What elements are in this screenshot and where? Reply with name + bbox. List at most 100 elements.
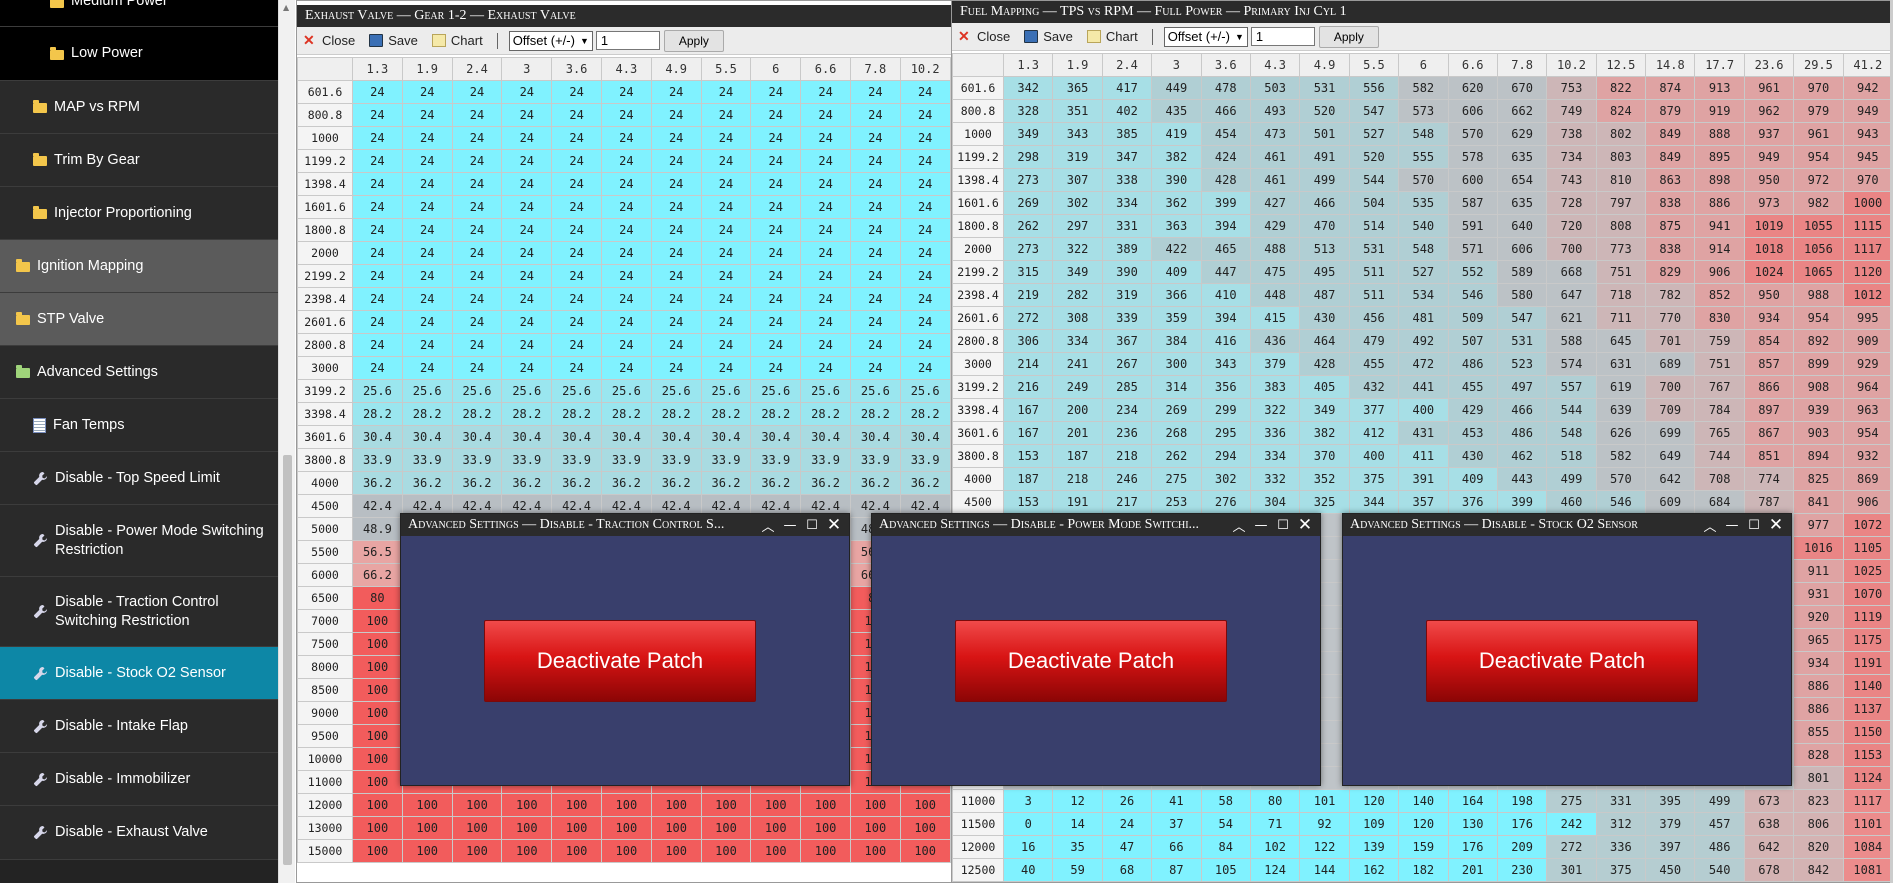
table-cell[interactable]: 295 bbox=[1200, 421, 1251, 445]
table-cell[interactable]: 540 bbox=[1398, 214, 1449, 238]
table-cell[interactable]: 419 bbox=[1151, 122, 1202, 146]
table-cell[interactable]: 198 bbox=[1496, 789, 1548, 813]
table-cell[interactable]: 460 bbox=[1546, 490, 1597, 514]
table-cell[interactable]: 950 bbox=[1743, 168, 1795, 192]
table-cell[interactable]: 548 bbox=[1398, 237, 1449, 261]
table-cell[interactable]: 24 bbox=[849, 103, 901, 127]
deactivate-patch-button[interactable]: Deactivate Patch bbox=[1426, 620, 1698, 702]
table-cell[interactable]: 886 bbox=[1694, 191, 1745, 215]
table-cell[interactable]: 417 bbox=[1101, 76, 1153, 100]
table-cell[interactable]: 159 bbox=[1398, 835, 1449, 859]
table-cell[interactable]: 390 bbox=[1101, 260, 1153, 284]
table-cell[interactable]: 24 bbox=[800, 103, 851, 127]
table-cell[interactable]: 448 bbox=[1249, 283, 1301, 307]
table-cell[interactable]: 829 bbox=[1645, 260, 1696, 284]
table-cell[interactable]: 954 bbox=[1793, 145, 1844, 169]
table-cell[interactable]: 100 bbox=[899, 816, 951, 840]
table-cell[interactable]: 48.9 bbox=[352, 517, 403, 541]
table-cell[interactable]: 24 bbox=[401, 126, 453, 150]
table-cell[interactable]: 841 bbox=[1793, 490, 1844, 514]
table-cell[interactable]: 639 bbox=[1595, 398, 1647, 422]
table-cell[interactable]: 25.6 bbox=[451, 379, 503, 403]
table-cell[interactable]: 24 bbox=[849, 264, 901, 288]
table-cell[interactable]: 100 bbox=[501, 839, 553, 863]
table-cell[interactable]: 1105 bbox=[1842, 536, 1892, 560]
table-cell[interactable]: 937 bbox=[1743, 122, 1795, 146]
table-cell[interactable]: 24 bbox=[551, 103, 602, 127]
minimize-icon[interactable]: — bbox=[1250, 518, 1272, 533]
table-cell[interactable]: 1025 bbox=[1842, 559, 1892, 583]
table-cell[interactable]: 557 bbox=[1546, 375, 1597, 399]
table-cell[interactable]: 100 bbox=[849, 793, 901, 817]
scroll-up-arrow-icon[interactable]: ▲ bbox=[283, 3, 289, 12]
table-cell[interactable]: 24 bbox=[451, 103, 503, 127]
table-cell[interactable]: 24 bbox=[501, 287, 553, 311]
close-icon[interactable]: ✕ bbox=[1294, 515, 1316, 535]
table-cell[interactable]: 429 bbox=[1447, 398, 1498, 422]
table-cell[interactable]: 24 bbox=[650, 126, 702, 150]
table-cell[interactable]: 24 bbox=[551, 126, 602, 150]
table-cell[interactable]: 41 bbox=[1151, 789, 1202, 813]
table-cell[interactable]: 24 bbox=[600, 149, 652, 173]
sidebar-item[interactable]: Disable - Immobilizer bbox=[0, 753, 278, 806]
table-cell[interactable]: 24 bbox=[849, 287, 901, 311]
table-cell[interactable]: 383 bbox=[1249, 375, 1301, 399]
table-cell[interactable]: 662 bbox=[1496, 99, 1548, 123]
table-cell[interactable]: 24 bbox=[899, 218, 951, 242]
table-cell[interactable]: 429 bbox=[1249, 214, 1301, 238]
table-cell[interactable]: 349 bbox=[1002, 122, 1054, 146]
deactivate-patch-button[interactable]: Deactivate Patch bbox=[484, 620, 756, 702]
table-cell[interactable]: 441 bbox=[1398, 375, 1449, 399]
table-cell[interactable]: 546 bbox=[1447, 283, 1498, 307]
table-cell[interactable]: 397 bbox=[1645, 835, 1696, 859]
close-icon[interactable]: ✕ bbox=[823, 515, 845, 535]
table-cell[interactable]: 56.5 bbox=[352, 540, 403, 564]
table-cell[interactable]: 1115 bbox=[1842, 214, 1892, 238]
table-cell[interactable]: 100 bbox=[600, 793, 652, 817]
table-cell[interactable]: 24 bbox=[401, 241, 453, 265]
table-cell[interactable]: 343 bbox=[1052, 122, 1103, 146]
table-cell[interactable]: 24 bbox=[401, 333, 453, 357]
table-cell[interactable]: 30.4 bbox=[650, 425, 702, 449]
table-cell[interactable]: 626 bbox=[1595, 421, 1647, 445]
table-cell[interactable]: 33.9 bbox=[501, 448, 553, 472]
table-cell[interactable]: 1140 bbox=[1842, 674, 1892, 698]
table-cell[interactable]: 743 bbox=[1546, 168, 1597, 192]
table-cell[interactable]: 269 bbox=[1002, 191, 1054, 215]
table-cell[interactable]: 25.6 bbox=[899, 379, 951, 403]
table-cell[interactable]: 1084 bbox=[1842, 835, 1892, 859]
table-cell[interactable]: 30.4 bbox=[750, 425, 802, 449]
table-cell[interactable]: 24 bbox=[800, 172, 851, 196]
table-cell[interactable]: 635 bbox=[1496, 191, 1548, 215]
table-cell[interactable]: 24 bbox=[700, 241, 752, 265]
table-cell[interactable]: 59 bbox=[1052, 858, 1103, 882]
table-cell[interactable]: 428 bbox=[1200, 168, 1251, 192]
table-cell[interactable]: 100 bbox=[352, 724, 403, 748]
table-cell[interactable]: 14 bbox=[1052, 812, 1103, 836]
table-cell[interactable]: 24 bbox=[551, 310, 602, 334]
table-cell[interactable]: 544 bbox=[1348, 168, 1400, 192]
table-cell[interactable]: 24 bbox=[451, 218, 503, 242]
table-cell[interactable]: 24 bbox=[700, 264, 752, 288]
table-cell[interactable]: 962 bbox=[1743, 99, 1795, 123]
table-cell[interactable]: 527 bbox=[1398, 260, 1449, 284]
table-cell[interactable]: 544 bbox=[1546, 398, 1597, 422]
table-cell[interactable]: 24 bbox=[352, 218, 403, 242]
table-cell[interactable]: 28.2 bbox=[700, 402, 752, 426]
table-cell[interactable]: 24 bbox=[700, 356, 752, 380]
table-cell[interactable]: 349 bbox=[1299, 398, 1350, 422]
table-cell[interactable]: 964 bbox=[1842, 375, 1892, 399]
table-cell[interactable]: 802 bbox=[1595, 122, 1647, 146]
table-cell[interactable]: 670 bbox=[1496, 76, 1548, 100]
table-cell[interactable]: 457 bbox=[1694, 812, 1745, 836]
table-cell[interactable]: 28.2 bbox=[551, 402, 602, 426]
table-cell[interactable]: 1191 bbox=[1842, 651, 1892, 675]
table-cell[interactable]: 24 bbox=[700, 126, 752, 150]
table-cell[interactable]: 1124 bbox=[1842, 766, 1892, 790]
table-cell[interactable]: 25.6 bbox=[551, 379, 602, 403]
deactivate-patch-button[interactable]: Deactivate Patch bbox=[955, 620, 1227, 702]
table-cell[interactable]: 302 bbox=[1052, 191, 1103, 215]
table-cell[interactable]: 24 bbox=[352, 241, 403, 265]
table-cell[interactable]: 100 bbox=[352, 609, 403, 633]
sidebar-item[interactable]: Low Power bbox=[0, 27, 278, 81]
